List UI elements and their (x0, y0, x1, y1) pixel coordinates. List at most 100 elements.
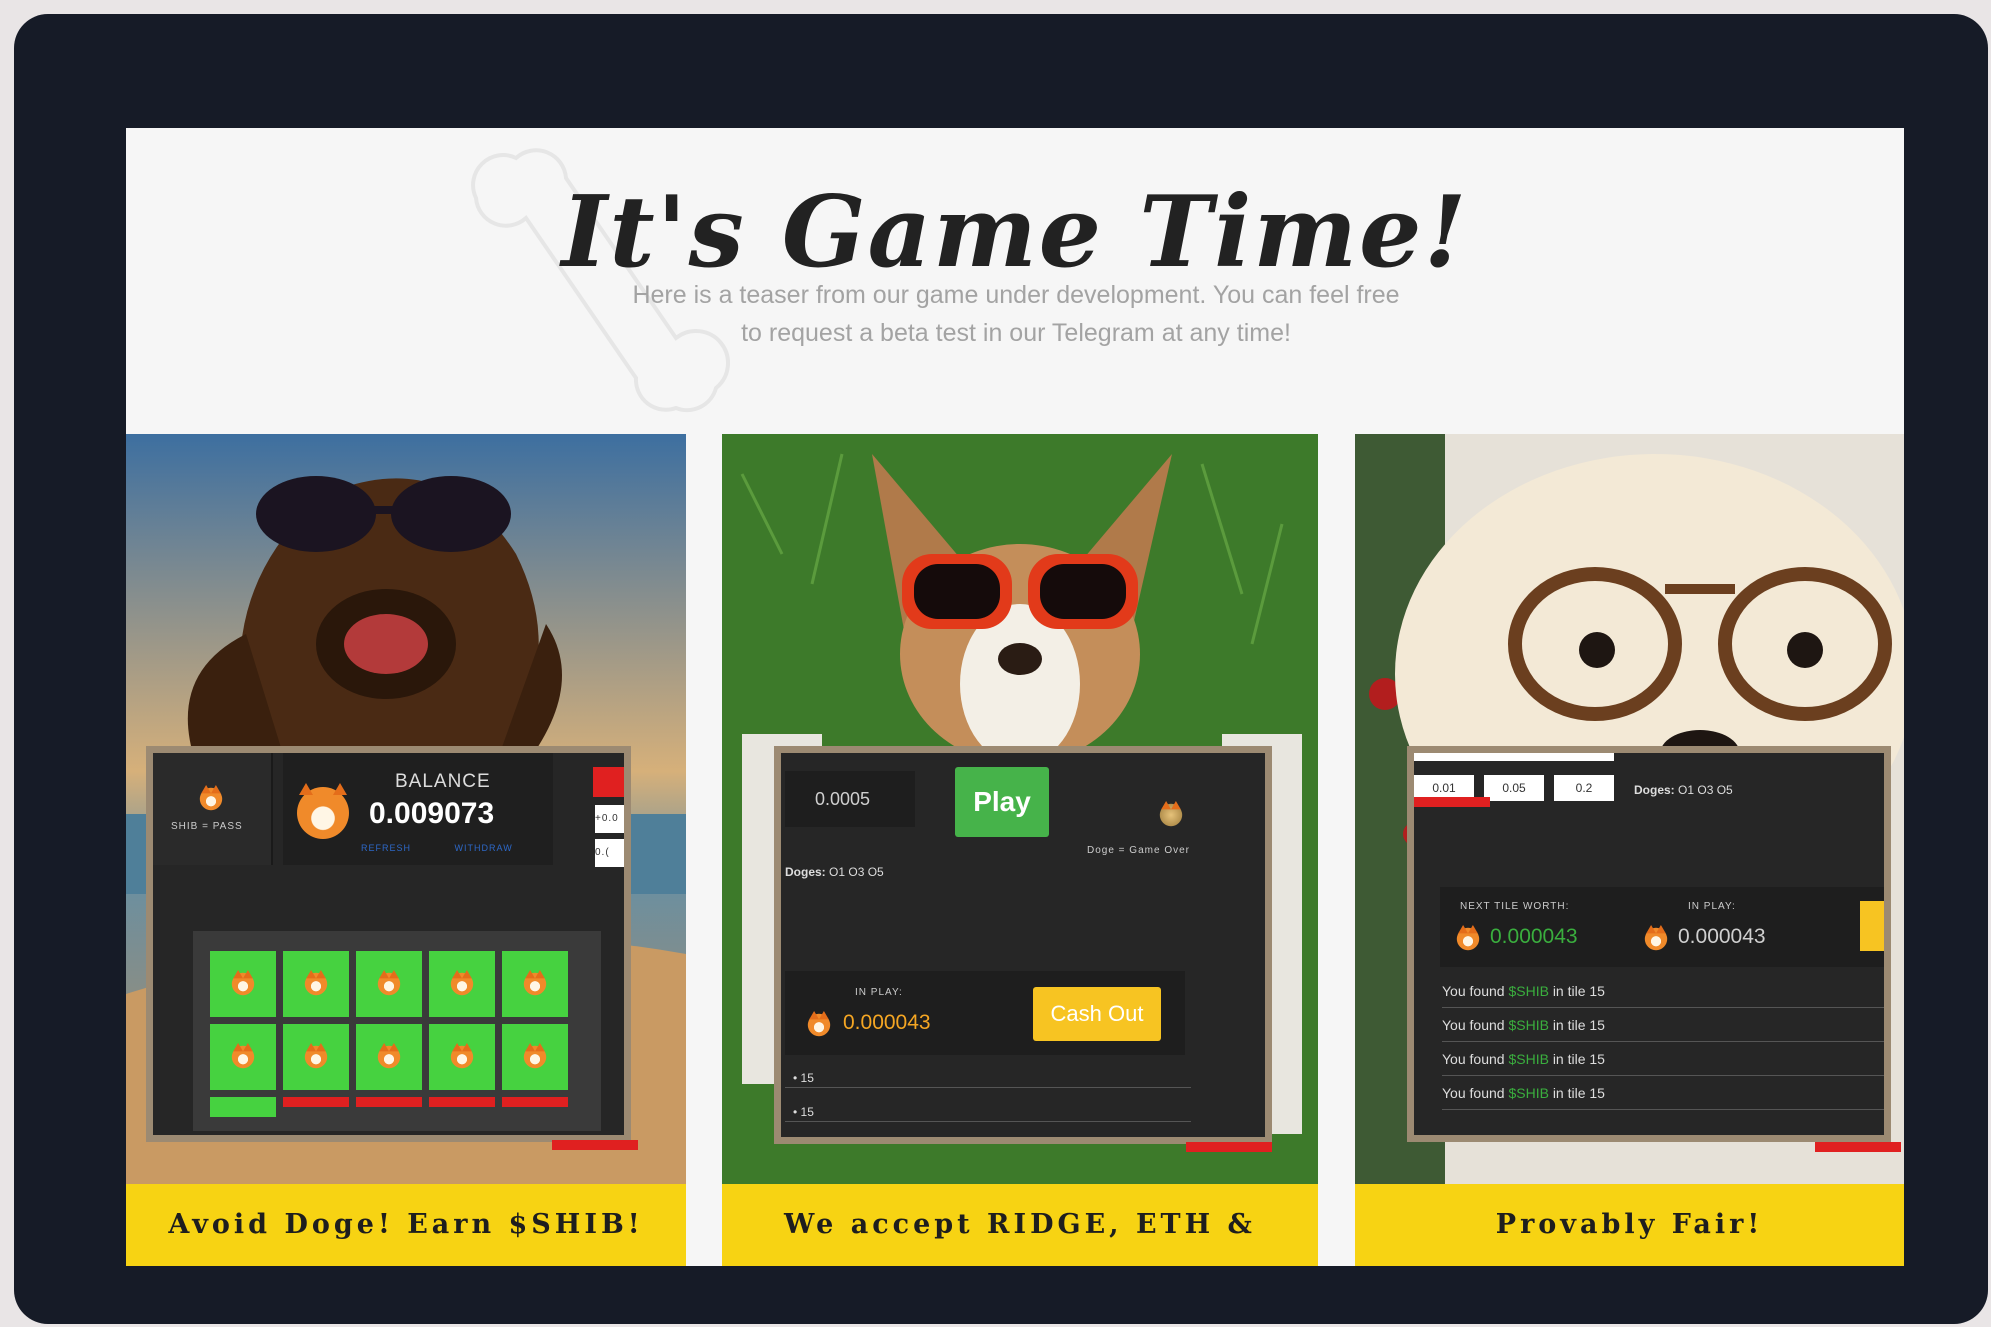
log-row: • 15 (785, 1103, 1191, 1122)
banner-provably-fair: Provably Fair! (1355, 1184, 1904, 1266)
shib-tile-icon (304, 969, 328, 996)
doges-label: Doges: (785, 865, 826, 879)
log-highlight: $SHIB (1508, 1051, 1549, 1067)
bet-amount-input[interactable]: 0.0005 (785, 771, 915, 827)
bet-option[interactable]: 0.2 (1554, 775, 1614, 801)
log-row: You found $SHIB in tile 15 (1442, 1043, 1884, 1076)
red-side-button[interactable] (593, 767, 624, 797)
in-play-label: IN PLAY: (855, 987, 903, 998)
log-post: in tile 15 (1552, 1051, 1605, 1067)
in-play-value: 0.000043 (843, 1011, 931, 1034)
log-post: in tile 15 (1552, 983, 1605, 999)
log-pre: You found (1442, 1051, 1505, 1067)
cash-out-button-edge[interactable] (1860, 901, 1884, 951)
tile[interactable] (210, 951, 276, 1017)
tile-grid (193, 931, 601, 1131)
shib-coin-large-icon (297, 783, 349, 839)
shib-tile-icon (231, 969, 255, 996)
balance-actions: REFRESH WITHDRAW (361, 843, 513, 853)
tile[interactable] (429, 951, 495, 1017)
doges-options[interactable]: O1 O3 O5 (1678, 783, 1733, 797)
red-tile-strip (502, 1097, 568, 1107)
balance-box: BALANCE 0.009073 REFRESH WITHDRAW (283, 753, 553, 865)
doges-label: Doges: (1634, 783, 1675, 797)
shib-tile-icon (377, 1043, 401, 1069)
log-pre: You found (1442, 1085, 1505, 1101)
next-tile-value: 0.000043 (1490, 925, 1578, 948)
doge-game-over-label: Doge = Game Over (1087, 845, 1190, 856)
card-provably-fair: 0.01 0.05 0.2 Doges: O1 O3 O5 NEXT TILE … (1355, 434, 1904, 1266)
tile[interactable] (502, 951, 568, 1017)
red-accent (1815, 1142, 1901, 1152)
red-accent (1186, 1142, 1272, 1152)
tile[interactable] (283, 1024, 349, 1090)
cash-out-button[interactable]: Cash Out (1033, 987, 1161, 1041)
game-section: It's Game Time! Here is a teaser from ou… (126, 128, 1904, 1266)
shib-tile-icon (523, 1043, 547, 1069)
red-tile-strip (429, 1097, 495, 1107)
shib-tile-icon (450, 969, 474, 996)
red-accent (1414, 797, 1490, 807)
doges-options[interactable]: O1 O3 O5 (829, 865, 884, 879)
log-row: You found $SHIB in tile 15 (1442, 1009, 1884, 1042)
dark-frame: It's Game Time! Here is a teaser from ou… (14, 14, 1988, 1324)
log-highlight: $SHIB (1508, 983, 1549, 999)
shib-tile-icon (377, 969, 401, 996)
shib-tile-icon (450, 1043, 474, 1069)
doges-selector: Doges: O1 O3 O5 (785, 865, 1055, 879)
subtitle-line-1: Here is a teaser from our game under dev… (632, 281, 1400, 309)
shib-pass-box: SHIB = PASS (153, 753, 273, 865)
red-tile-strip (356, 1097, 422, 1107)
in-play-label: IN PLAY: (1688, 901, 1736, 912)
bet-option[interactable]: 0.05 (1484, 775, 1544, 801)
card-avoid-doge: SHIB = PASS BALANCE 0.009073 REFRESH WIT… (126, 434, 686, 1266)
in-play-box: IN PLAY: 0.000043 Cash Out (785, 971, 1185, 1055)
balance-value: 0.009073 (369, 797, 495, 830)
withdraw-link[interactable]: WITHDRAW (455, 843, 513, 853)
tile-worth-box: NEXT TILE WORTH: 0.000043 IN PLAY: 0.000… (1440, 887, 1884, 967)
log-row-value: 15 (800, 1071, 814, 1085)
banner-avoid-doge: Avoid Doge! Earn $SHIB! (126, 1184, 686, 1266)
banner-accept-crypto: We accept RIDGE, ETH & SHIB! (722, 1184, 1318, 1266)
log-pre: You found (1442, 1017, 1505, 1033)
tile[interactable] (502, 1024, 568, 1090)
log-highlight: $SHIB (1508, 1085, 1549, 1101)
balance-label: BALANCE (395, 771, 491, 792)
shib-coin-icon (1456, 924, 1480, 951)
tile[interactable] (356, 951, 422, 1017)
doges-selector: Doges: O1 O3 O5 (1634, 783, 1733, 797)
game-panel-balance: SHIB = PASS BALANCE 0.009073 REFRESH WIT… (146, 746, 631, 1142)
red-accent (552, 1140, 638, 1150)
tile[interactable] (356, 1024, 422, 1090)
refresh-link[interactable]: REFRESH (361, 843, 411, 853)
tile[interactable] (210, 1024, 276, 1090)
tile[interactable] (210, 1097, 276, 1117)
game-panel-play: 0.0005 Play Doges: O1 O3 O5 Doge = Game … (774, 746, 1272, 1144)
doge-coin-icon (1159, 800, 1183, 827)
play-button[interactable]: Play (955, 767, 1049, 837)
shib-pass-label: SHIB = PASS (171, 821, 243, 832)
side-value-box: +0.0 (595, 805, 624, 833)
top-strip (1414, 753, 1614, 761)
subtitle-line-2: to request a beta test in our Telegram a… (741, 319, 1291, 347)
tile[interactable] (429, 1024, 495, 1090)
card-accept-crypto: 0.0005 Play Doges: O1 O3 O5 Doge = Game … (722, 434, 1318, 1266)
in-play-value: 0.000043 (1678, 925, 1766, 948)
log-row: You found $SHIB in tile 15 (1442, 1077, 1884, 1110)
shib-coin-icon (199, 784, 223, 811)
log-row-value: 15 (800, 1105, 814, 1119)
shib-tile-icon (523, 969, 547, 996)
shib-coin-icon (807, 1010, 831, 1037)
log-post: in tile 15 (1552, 1017, 1605, 1033)
game-panel-log: 0.01 0.05 0.2 Doges: O1 O3 O5 NEXT TILE … (1407, 746, 1891, 1142)
log-row: • 15 (785, 1069, 1191, 1088)
side-value-box-2: 0.( (595, 839, 624, 867)
page-subtitle: Here is a teaser from our game under dev… (606, 276, 1426, 352)
shib-tile-icon (231, 1043, 255, 1069)
log-pre: You found (1442, 983, 1505, 999)
next-tile-label: NEXT TILE WORTH: (1460, 901, 1570, 912)
shib-tile-icon (304, 1043, 328, 1069)
log-highlight: $SHIB (1508, 1017, 1549, 1033)
tile[interactable] (283, 951, 349, 1017)
log-row: You found $SHIB in tile 15 (1442, 975, 1884, 1008)
